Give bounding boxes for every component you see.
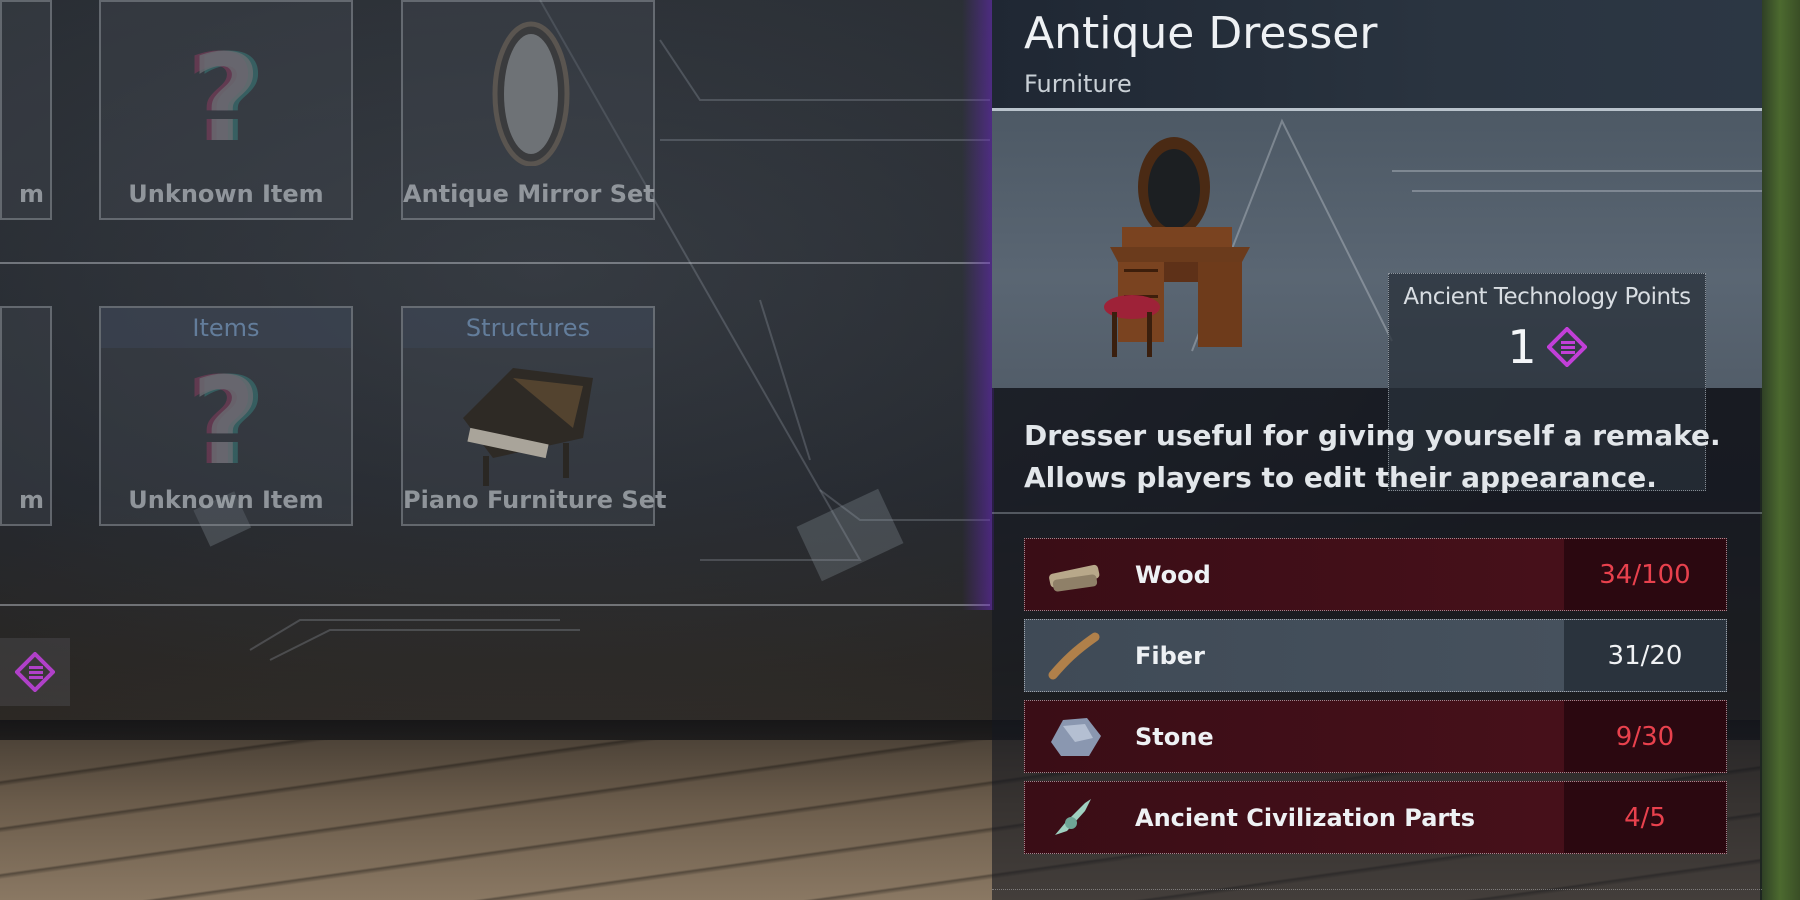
material-row-stone: Stone 9/30 xyxy=(1024,700,1727,773)
recipe-card-label: Antique Mirror Set xyxy=(403,180,655,208)
grid-divider xyxy=(0,604,990,606)
unknown-item-icon: ? xyxy=(191,353,261,492)
material-row-ancient-parts: Ancient Civilization Parts 4/5 xyxy=(1024,781,1727,854)
recipe-card-piano-furniture-set[interactable]: Structures Piano Furniture Set xyxy=(401,306,667,526)
item-category: Furniture xyxy=(1024,70,1132,98)
recipe-card-label: m xyxy=(18,486,44,514)
ancient-point-icon xyxy=(15,652,55,692)
recipe-card-label: Unknown Item xyxy=(128,486,324,514)
material-count: 4/5 xyxy=(1564,782,1726,853)
recipe-card-category: Items xyxy=(101,308,351,348)
description-line: Allows players to edit their appearance. xyxy=(1024,461,1657,494)
panel-bottom-border xyxy=(992,889,1762,900)
detail-header: Antique Dresser Furniture xyxy=(992,0,1762,111)
recipe-card-partial[interactable]: m xyxy=(0,0,52,220)
material-row-fiber: Fiber 31/20 xyxy=(1024,619,1727,692)
piano-icon xyxy=(463,368,593,486)
item-title: Antique Dresser xyxy=(1024,8,1378,59)
ancient-parts-icon xyxy=(1055,798,1091,835)
grid-divider xyxy=(0,262,990,264)
description-divider xyxy=(992,512,1762,514)
recipe-card-category: Structures xyxy=(403,308,653,348)
recipe-card-label: m xyxy=(18,180,44,208)
material-name: Wood xyxy=(1135,560,1211,589)
material-name: Fiber xyxy=(1135,641,1205,670)
unknown-item-icon: ? xyxy=(191,30,261,169)
material-count: 34/100 xyxy=(1564,539,1726,610)
item-description: Dresser useful for giving yourself a rem… xyxy=(1024,415,1724,499)
recipe-card-unknown[interactable]: Items ? Unknown Item xyxy=(99,306,353,526)
material-count: 31/20 xyxy=(1564,620,1726,691)
material-count: 9/30 xyxy=(1564,701,1726,772)
materials-list: Wood 34/100 Fiber 31/20 Stone 9/30 Ancie… xyxy=(1024,538,1727,862)
recipe-card-label: Piano Furniture Set xyxy=(403,486,667,514)
recipe-card-antique-mirror-set[interactable]: Antique Mirror Set xyxy=(401,0,655,220)
stone-icon xyxy=(1051,717,1101,756)
ancient-tech-points-label: Ancient Technology Points xyxy=(1403,284,1691,310)
ancient-point-icon xyxy=(1546,327,1587,367)
wood-icon xyxy=(1049,564,1100,591)
foliage-edge xyxy=(1760,0,1800,900)
left-ancient-point-indicator xyxy=(0,638,70,706)
material-name: Stone xyxy=(1135,722,1214,751)
item-preview: Ancient Technology Points 1 xyxy=(992,111,1762,491)
fiber-icon xyxy=(1048,632,1100,679)
panel-glow xyxy=(962,0,994,610)
description-line: Dresser useful for giving yourself a rem… xyxy=(1024,419,1721,452)
ancient-tech-points-value: 1 xyxy=(1507,320,1537,374)
antique-dresser-icon xyxy=(1104,137,1250,357)
recipe-detail-panel: Antique Dresser Furniture Ancient Techno… xyxy=(992,0,1762,900)
mirror-icon xyxy=(492,21,570,166)
material-name: Ancient Civilization Parts xyxy=(1135,803,1475,832)
recipe-card-partial[interactable]: m xyxy=(0,306,52,526)
recipe-card-unknown[interactable]: ? Unknown Item xyxy=(99,0,353,220)
material-row-wood: Wood 34/100 xyxy=(1024,538,1727,611)
recipe-card-label: Unknown Item xyxy=(128,180,324,208)
